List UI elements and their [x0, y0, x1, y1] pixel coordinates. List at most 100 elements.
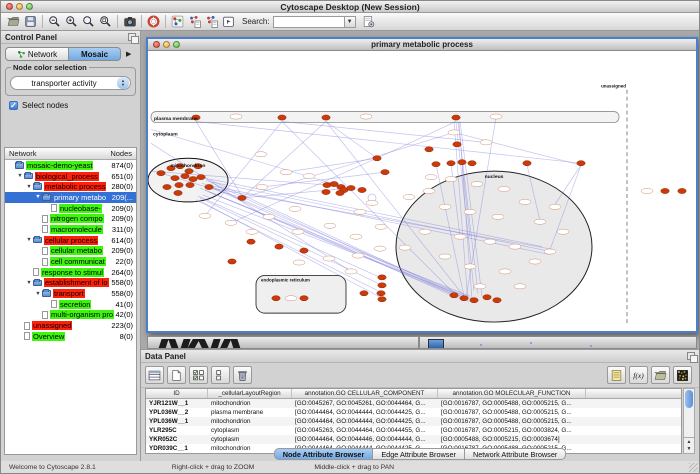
selected-node[interactable]: [322, 189, 330, 194]
tree-row[interactable]: macromolecule311(0): [5, 224, 136, 235]
selected-node[interactable]: [450, 293, 458, 298]
selected-node[interactable]: [238, 195, 246, 200]
selected-node[interactable]: [189, 177, 197, 182]
preferences-button[interactable]: [220, 14, 237, 30]
selected-node[interactable]: [381, 170, 389, 175]
column-header[interactable]: annotation.GO MOLECULAR_FUNCTION: [438, 389, 586, 398]
selected-node[interactable]: [377, 291, 385, 296]
tree-row[interactable]: response to stimul264(0): [5, 267, 136, 278]
tree-row[interactable]: cellular metabo209(0): [5, 246, 136, 257]
resize-grip[interactable]: [689, 463, 698, 472]
select-attributes-button[interactable]: [189, 366, 208, 384]
tree-row[interactable]: nitrogen compo209(0): [5, 213, 136, 224]
selected-node[interactable]: [452, 115, 460, 120]
network-view-window[interactable]: primary metabolic process plasma membran…: [146, 37, 698, 333]
selected-node[interactable]: [163, 184, 171, 189]
unselect-attributes-button[interactable]: [211, 366, 230, 384]
tab-node-attribute-browser[interactable]: Node Attribute Browser: [274, 448, 374, 460]
tree-col-nodes[interactable]: Nodes: [110, 149, 132, 158]
selected-node[interactable]: [678, 188, 686, 193]
selected-node[interactable]: [378, 275, 386, 280]
tree-row[interactable]: nucleobase-209(0): [5, 203, 136, 214]
open-file-button[interactable]: [5, 14, 22, 30]
selected-node[interactable]: [483, 295, 491, 300]
selected-node[interactable]: [378, 297, 386, 302]
tree-row[interactable]: unassigned223(0): [5, 320, 136, 331]
search-input[interactable]: [273, 16, 345, 28]
selected-node[interactable]: [447, 161, 455, 166]
attribute-table-button[interactable]: [145, 366, 164, 384]
selected-node[interactable]: [181, 174, 189, 179]
create-network-view-button[interactable]: [186, 14, 203, 30]
selected-node[interactable]: [175, 182, 183, 187]
selected-node[interactable]: [425, 147, 433, 152]
selected-node[interactable]: [275, 244, 283, 249]
tab-edge-attribute-browser[interactable]: Edge Attribute Browser: [373, 448, 465, 460]
zoom-fit-button[interactable]: [97, 14, 114, 30]
selected-node[interactable]: [432, 162, 440, 167]
selected-node[interactable]: [174, 190, 182, 195]
selected-node[interactable]: [577, 161, 585, 166]
tab-overflow-icon[interactable]: ▶: [126, 50, 131, 58]
selected-node[interactable]: [300, 248, 308, 253]
search-config-button[interactable]: [360, 14, 377, 30]
scroll-up-icon[interactable]: ▲: [687, 439, 692, 446]
selected-node[interactable]: [186, 182, 194, 187]
float-panel-icon[interactable]: [687, 352, 695, 360]
network-canvas[interactable]: plasma membranecytoplasmmitochondrionnuc…: [148, 52, 696, 331]
new-attribute-button[interactable]: [167, 366, 186, 384]
tree-row[interactable]: multi-organism pro42(0): [5, 310, 136, 321]
table-row[interactable]: YPL036W__1mitochondrion[GO:0044464, GO:0…: [146, 417, 681, 426]
table-row[interactable]: YKR052Ccytoplasm[GO:0044464, GO:0044446,…: [146, 435, 681, 444]
table-scrollbar[interactable]: ▲ ▼: [683, 388, 695, 454]
tree-row[interactable]: ▼metabolic process280(0): [5, 181, 136, 192]
selected-node[interactable]: [358, 187, 366, 192]
zoom-selected-button[interactable]: [80, 14, 97, 30]
background-window-titlebar[interactable]: [147, 336, 419, 349]
selected-node[interactable]: [336, 190, 344, 195]
select-nodes-checkbox[interactable]: ✓: [9, 101, 18, 110]
delete-attribute-button[interactable]: [233, 366, 252, 384]
tree-row[interactable]: ▼primary metabo209(...: [5, 192, 136, 203]
tree-row[interactable]: ▼transport558(0): [5, 288, 136, 299]
tree-row[interactable]: ▼biological_process651(0): [5, 171, 136, 182]
destroy-network-view-button[interactable]: [203, 14, 220, 30]
selected-node[interactable]: [458, 160, 466, 165]
selected-node[interactable]: [330, 181, 338, 186]
tree-row[interactable]: ▼establishment of lo558(0): [5, 278, 136, 289]
float-panel-icon[interactable]: [128, 33, 136, 41]
network-window-titlebar[interactable]: primary metabolic process: [148, 39, 696, 51]
expander-icon[interactable]: ▼: [25, 280, 33, 286]
selected-node[interactable]: [347, 185, 355, 190]
vizmapper-button[interactable]: [169, 14, 186, 30]
import-attributes-button[interactable]: [651, 366, 670, 384]
selected-node[interactable]: [378, 283, 386, 288]
expander-icon[interactable]: ▼: [34, 291, 42, 297]
selected-node[interactable]: [171, 176, 179, 181]
column-header[interactable]: ID: [146, 389, 208, 398]
selected-node[interactable]: [523, 161, 531, 166]
matrix-view-button[interactable]: [673, 366, 692, 384]
selected-node[interactable]: [470, 298, 478, 303]
expander-icon[interactable]: ▼: [34, 194, 42, 200]
tree-col-network[interactable]: Network: [9, 149, 37, 158]
tree-row[interactable]: Overview8(0): [5, 331, 136, 342]
table-row[interactable]: YPL036W__2plasma membrane[GO:0044464, GO…: [146, 408, 681, 417]
selected-node[interactable]: [300, 296, 308, 301]
selected-node[interactable]: [493, 298, 501, 303]
selected-node[interactable]: [453, 142, 461, 147]
search-dropdown-button[interactable]: ▼: [345, 16, 356, 28]
scrollbar-thumb[interactable]: [685, 390, 693, 408]
selected-node[interactable]: [360, 291, 368, 296]
expander-icon[interactable]: ▼: [25, 184, 33, 190]
selected-node[interactable]: [278, 115, 286, 120]
selected-node[interactable]: [228, 259, 236, 264]
column-header[interactable]: annotation.GO CELLULAR_COMPONENT: [292, 389, 438, 398]
expander-icon[interactable]: ▼: [16, 173, 24, 179]
selected-node[interactable]: [185, 169, 193, 174]
selected-node[interactable]: [157, 171, 165, 176]
tree-row[interactable]: ▼cellular process614(0): [5, 235, 136, 246]
tree-row[interactable]: secretion41(0): [5, 299, 136, 310]
zoom-in-button[interactable]: [63, 14, 80, 30]
table-row[interactable]: YJR121W__1mitochondrion[GO:0045267, GO:0…: [146, 399, 681, 408]
